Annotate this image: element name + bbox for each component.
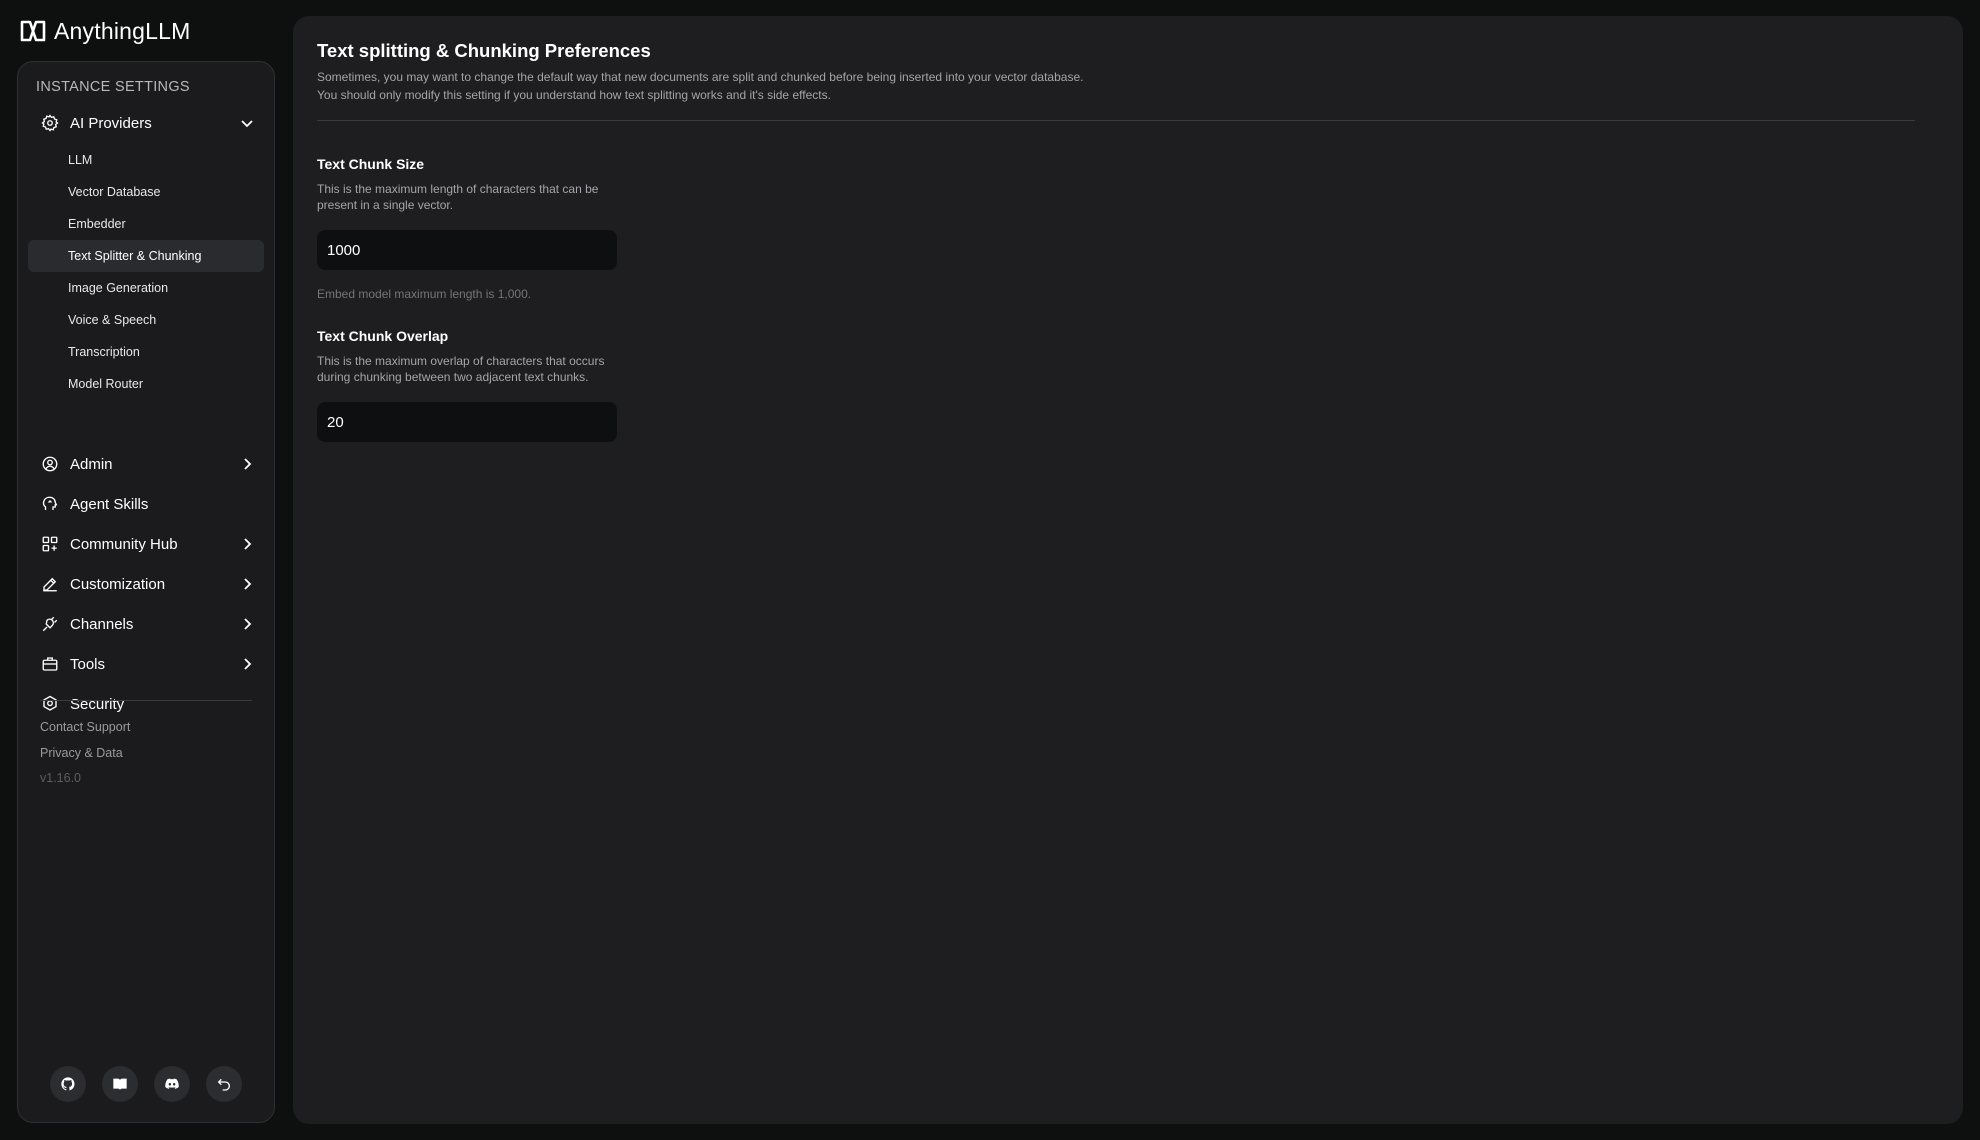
chevron-right-icon xyxy=(238,575,256,593)
book-icon xyxy=(113,1078,127,1090)
chevron-right-icon xyxy=(238,535,256,553)
grid-icon xyxy=(40,534,60,554)
github-button[interactable] xyxy=(50,1066,86,1102)
settings-sidebar: INSTANCE SETTINGS AI Providers LLM Vecto… xyxy=(17,61,275,1123)
sidebar-item-customization[interactable]: Customization xyxy=(28,564,264,604)
chunk-overlap-description: This is the maximum overlap of character… xyxy=(317,354,605,384)
chevron-down-icon[interactable] xyxy=(238,114,256,132)
sidebar-item-tools[interactable]: Tools xyxy=(28,644,264,684)
chevron-right-icon xyxy=(238,455,256,473)
sidebar-item-label: Agent Skills xyxy=(70,495,149,513)
app-logo[interactable]: AnythingLLM xyxy=(20,18,190,44)
sidebar-item-label: AI Providers xyxy=(70,114,152,132)
sidebar-nav: Admin Agent Skills Community Hub Customi… xyxy=(28,444,264,724)
logo-icon xyxy=(20,20,46,42)
plug-icon xyxy=(40,614,60,634)
undo-icon xyxy=(217,1078,230,1091)
settings-panel: Text splitting & Chunking Preferences So… xyxy=(293,16,1963,1124)
shield-icon xyxy=(40,694,60,714)
sidebar-item-agent-skills[interactable]: Agent Skills xyxy=(28,484,264,524)
submenu-item-embedder[interactable]: Embedder xyxy=(28,208,264,240)
chevron-right-icon xyxy=(238,615,256,633)
sidebar-item-label: Security xyxy=(70,695,125,713)
page-description-line: You should only modify this setting if y… xyxy=(317,88,831,102)
chunk-size-input[interactable] xyxy=(317,230,617,270)
back-button[interactable] xyxy=(206,1066,242,1102)
sidebar-item-label: Customization xyxy=(70,575,166,593)
github-icon xyxy=(61,1077,75,1091)
pencil-icon xyxy=(40,574,60,594)
submenu-item-llm[interactable]: LLM xyxy=(28,144,264,176)
sidebar-divider xyxy=(40,700,252,701)
submenu-item-image-generation[interactable]: Image Generation xyxy=(28,272,264,304)
gear-icon xyxy=(40,113,60,133)
chunk-size-title: Text Chunk Size xyxy=(317,156,425,172)
sidebar-bottom-buttons xyxy=(50,1066,242,1102)
app-name: AnythingLLM xyxy=(54,17,191,44)
sidebar-footer: Contact Support Privacy & Data v1.16.0 xyxy=(40,714,130,790)
chunk-size-description: This is the maximum length of characters… xyxy=(317,182,599,212)
sidebar-item-community-hub[interactable]: Community Hub xyxy=(28,524,264,564)
docs-button[interactable] xyxy=(102,1066,138,1102)
agent-head-icon xyxy=(40,494,60,514)
sidebar-item-label: Community Hub xyxy=(70,535,178,553)
section-divider xyxy=(317,120,1915,121)
submenu-item-voice-speech[interactable]: Voice & Speech xyxy=(28,304,264,336)
app-root: AnythingLLM INSTANCE SETTINGS AI Provide… xyxy=(0,0,1980,1140)
privacy-data-link[interactable]: Privacy & Data xyxy=(40,740,130,766)
submenu-item-text-splitter[interactable]: Text Splitter & Chunking xyxy=(28,240,264,272)
sidebar-item-channels[interactable]: Channels xyxy=(28,604,264,644)
page-description-line: Sometimes, you may want to change the de… xyxy=(317,70,1084,84)
page-title: Text splitting & Chunking Preferences xyxy=(317,40,651,61)
version-label: v1.16.0 xyxy=(40,771,82,785)
chunk-overlap-input[interactable] xyxy=(317,402,617,442)
submenu-item-vector-database[interactable]: Vector Database xyxy=(28,176,264,208)
page-description: Sometimes, you may want to change the de… xyxy=(317,68,1317,104)
sidebar-item-label: Channels xyxy=(70,615,134,633)
sidebar-item-ai-providers[interactable]: AI Providers xyxy=(28,104,264,142)
discord-button[interactable] xyxy=(154,1066,190,1102)
discord-icon xyxy=(165,1078,179,1089)
chunk-overlap-title: Text Chunk Overlap xyxy=(317,328,449,344)
chevron-right-icon xyxy=(238,655,256,673)
sidebar-item-label: Tools xyxy=(70,655,106,673)
admin-gear-icon xyxy=(40,454,60,474)
chunk-size-hint: Embed model maximum length is 1,000. xyxy=(317,287,532,301)
submenu-item-transcription[interactable]: Transcription xyxy=(28,336,264,368)
sidebar-heading: INSTANCE SETTINGS xyxy=(36,79,190,95)
toolbox-icon xyxy=(40,654,60,674)
ai-providers-submenu: LLM Vector Database Embedder Text Splitt… xyxy=(28,144,264,400)
sidebar-item-admin[interactable]: Admin xyxy=(28,444,264,484)
submenu-item-model-router[interactable]: Model Router xyxy=(28,368,264,400)
sidebar-item-label: Admin xyxy=(70,455,113,473)
contact-support-link[interactable]: Contact Support xyxy=(40,714,130,740)
